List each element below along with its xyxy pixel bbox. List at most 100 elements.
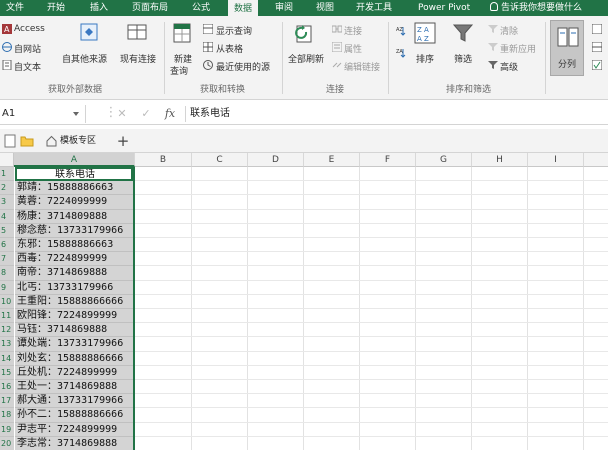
row-header[interactable]: 11 [0, 309, 14, 324]
gridline [134, 279, 608, 281]
row-header[interactable]: 4 [0, 209, 14, 224]
tab-data[interactable]: 数据 [228, 0, 259, 16]
advanced-button[interactable]: 高级 [500, 60, 518, 73]
properties-button[interactable]: 属性 [344, 42, 362, 55]
name-box-value: A1 [2, 108, 16, 119]
from-access-button[interactable]: Access [14, 24, 45, 34]
row-header[interactable]: 13 [0, 337, 14, 352]
row-header[interactable]: 15 [0, 365, 14, 380]
formula-bar: A1 ⋮ ✕ ✓ fx 联系电话 [0, 103, 608, 125]
from-text-button[interactable]: 自文本 [14, 60, 41, 73]
column-header-h[interactable]: H [472, 153, 528, 167]
column-header-e[interactable]: E [304, 153, 360, 167]
text-to-columns-button[interactable]: 分列 [550, 20, 584, 76]
tell-me-label: 告诉我你想要做什么 [501, 3, 583, 13]
connections-button[interactable]: 连接 [344, 24, 362, 37]
row-header[interactable]: 18 [0, 408, 14, 423]
other-sources-button[interactable]: 自其他来源 [62, 52, 107, 65]
refresh-all-icon [295, 25, 312, 43]
row-header[interactable]: 19 [0, 422, 14, 437]
column-header-i[interactable]: I [528, 153, 584, 167]
clear-filter-icon [488, 25, 498, 33]
from-web-button[interactable]: 自网站 [14, 42, 41, 55]
add-tab-button[interactable]: + [114, 132, 132, 150]
gridline [134, 407, 608, 409]
row-header[interactable]: 7 [0, 252, 14, 267]
from-table-button[interactable]: 从表格 [216, 42, 243, 55]
tab-insert[interactable]: 插入 [90, 0, 108, 16]
svg-text:A Z: A Z [417, 35, 429, 43]
template-zone-tab[interactable]: 模板专区 [44, 132, 108, 150]
text-to-columns-label: 分列 [558, 60, 577, 70]
column-header-g[interactable]: G [416, 153, 472, 167]
row-header[interactable]: 6 [0, 238, 14, 253]
tab-file[interactable]: 文件 [6, 0, 24, 16]
row-header[interactable]: 17 [0, 394, 14, 409]
column-header-d[interactable]: D [248, 153, 304, 167]
tab-page-layout[interactable]: 页面布局 [132, 0, 168, 16]
sort-button[interactable]: 排序 [416, 52, 434, 65]
selection-border [14, 167, 135, 450]
tab-view[interactable]: 视图 [316, 0, 334, 16]
formula-input[interactable]: 联系电话 [190, 105, 230, 123]
reapply-button[interactable]: 重新应用 [500, 42, 536, 55]
existing-connections-button[interactable]: 现有连接 [120, 52, 156, 65]
row-header[interactable]: 12 [0, 323, 14, 338]
group-label-sort-filter: 排序和筛选 [446, 85, 492, 95]
gridline [134, 251, 608, 253]
filter-button[interactable]: 筛选 [454, 52, 472, 65]
clear-button[interactable]: 清除 [500, 24, 518, 37]
row-header[interactable]: 9 [0, 280, 14, 295]
tab-power-pivot[interactable]: Power Pivot [418, 0, 470, 16]
gridline [134, 208, 608, 210]
folder-icon[interactable] [20, 134, 34, 148]
row-header[interactable]: 16 [0, 380, 14, 395]
tab-review[interactable]: 审阅 [275, 0, 293, 16]
lightbulb-icon [490, 2, 498, 11]
gridline [134, 393, 608, 395]
select-all-corner[interactable] [0, 153, 14, 167]
cancel-icon[interactable]: ✕ [115, 106, 129, 122]
text-to-columns-icon [557, 27, 579, 47]
filter-icon [452, 24, 474, 42]
sort-az-icon: AZ [396, 27, 406, 36]
edit-links-icon [332, 62, 342, 68]
row-header[interactable]: 2 [0, 181, 14, 196]
spreadsheet-grid[interactable]: A B C D E F G H I 1 联系电话 2 郭靖：15888886663 3 黄… [0, 153, 608, 450]
recent-sources-button[interactable]: 最近使用的源 [216, 60, 270, 73]
ribbon-tab-bar: 文件 开始 插入 页面布局 公式 数据 审阅 视图 开发工具 Power Piv… [0, 0, 608, 16]
chevron-down-icon[interactable] [73, 112, 79, 116]
column-header-c[interactable]: C [192, 153, 248, 167]
show-queries-button[interactable]: 显示查询 [216, 24, 252, 37]
svg-text:ZA: ZA [396, 49, 403, 55]
insert-function-icon[interactable]: fx [163, 106, 177, 122]
column-header-b[interactable]: B [135, 153, 192, 167]
gridline [134, 435, 608, 437]
tab-formulas[interactable]: 公式 [192, 0, 210, 16]
document-icon[interactable] [4, 134, 16, 148]
ribbon-separator [388, 22, 389, 94]
refresh-all-button[interactable]: 全部刷新 [288, 52, 324, 65]
edit-links-button[interactable]: 编辑链接 [344, 60, 380, 73]
column-header-f[interactable]: F [360, 153, 416, 167]
row-header[interactable]: 5 [0, 223, 14, 238]
tell-me-search[interactable]: 告诉我你想要做什么 [490, 0, 582, 16]
row-header[interactable]: 20 [0, 436, 14, 450]
row-header[interactable]: 14 [0, 351, 14, 366]
new-query-button-line2[interactable]: 查询 [170, 64, 188, 77]
row-header[interactable]: 10 [0, 294, 14, 309]
row-header[interactable]: 3 [0, 195, 14, 210]
tab-home[interactable]: 开始 [47, 0, 65, 16]
gridline [134, 180, 608, 182]
column-header-a[interactable]: A [14, 153, 135, 167]
tab-developer[interactable]: 开发工具 [356, 0, 392, 16]
formula-bar-divider [185, 106, 186, 122]
gridline [134, 308, 608, 309]
access-icon: A [2, 24, 12, 34]
enter-icon[interactable]: ✓ [139, 106, 153, 122]
name-box[interactable]: A1 [0, 105, 86, 123]
row-header[interactable]: 8 [0, 266, 14, 281]
group-label-get-external: 获取外部数据 [48, 85, 103, 95]
column-header-j[interactable] [584, 153, 608, 167]
row-header[interactable]: 1 [0, 167, 14, 182]
